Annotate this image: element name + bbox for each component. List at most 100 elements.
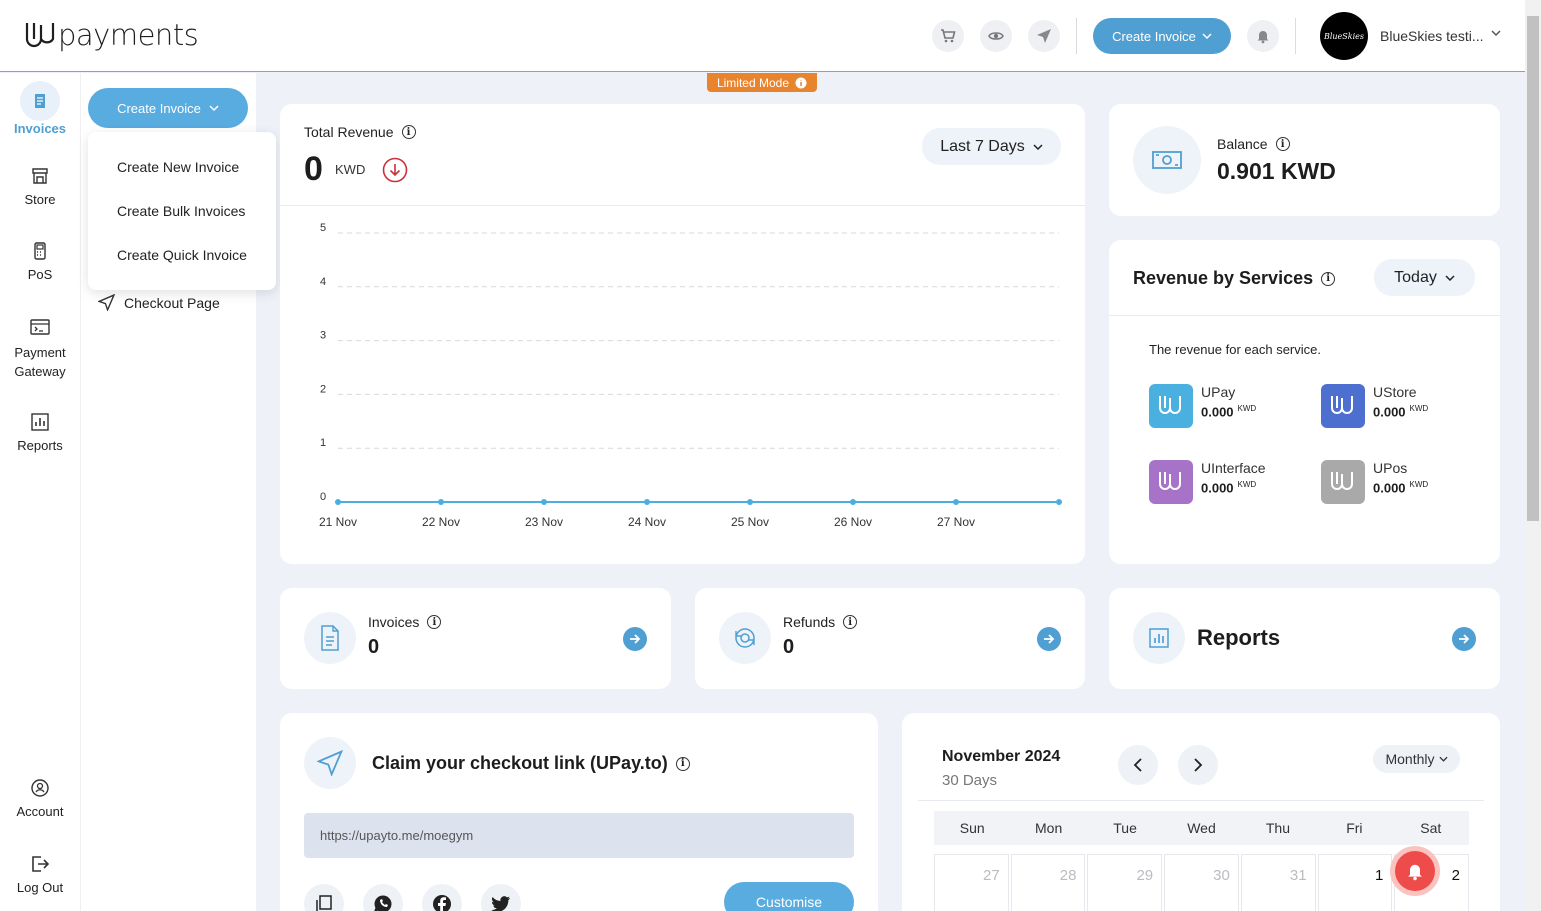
share-whatsapp-button[interactable]	[363, 884, 403, 911]
calendar-day-cell[interactable]: 29	[1087, 854, 1163, 911]
rail-item-account[interactable]: Account	[0, 778, 80, 819]
data-point[interactable]	[953, 499, 959, 505]
total-revenue-value: 0	[304, 150, 323, 188]
invoice-icon	[20, 81, 60, 121]
data-point[interactable]	[850, 499, 856, 505]
facebook-icon	[433, 895, 451, 911]
share-facebook-button[interactable]	[422, 884, 462, 911]
cart-icon	[941, 29, 956, 43]
service-value: 0.000	[1201, 480, 1234, 496]
calendar-day-cell[interactable]: 30	[1164, 854, 1239, 911]
service-unit: KWD	[1237, 480, 1257, 489]
day-number: 27	[983, 867, 1000, 884]
menu-item-create-new-invoice[interactable]: Create New Invoice	[117, 159, 239, 175]
revenue-by-services-title: Revenue by Services i	[1133, 268, 1336, 289]
calendar-day-cell[interactable]: 28	[1010, 854, 1086, 911]
info-icon[interactable]: i	[1275, 137, 1290, 151]
rail-label: PoS	[27, 267, 53, 282]
menu-item-create-quick-invoice[interactable]: Create Quick Invoice	[117, 247, 247, 263]
x-tick-label: 22 Nov	[422, 515, 460, 529]
notifications-button[interactable]	[1247, 20, 1279, 52]
info-icon[interactable]: i	[675, 756, 690, 771]
user-name[interactable]: BlueSkies testi...	[1380, 28, 1484, 44]
customise-button[interactable]: Customise	[724, 882, 854, 911]
service-upos: UPos 0.000 KWD	[1321, 460, 1428, 504]
refund-icon	[719, 612, 771, 664]
rail-item-payment-gateway[interactable]: Payment Gateway	[0, 317, 80, 381]
revenue-range-label: Last 7 Days	[940, 137, 1025, 155]
y-tick-label: 4	[320, 276, 326, 288]
chevron-down-icon[interactable]	[1490, 29, 1502, 37]
balance-label-text: Balance	[1217, 136, 1268, 152]
chevron-down-icon	[209, 105, 219, 111]
arrow-right-icon[interactable]	[623, 627, 647, 651]
info-icon[interactable]: i	[401, 125, 416, 139]
rail-label: Account	[16, 804, 64, 819]
service-name: UPos	[1373, 460, 1408, 476]
upos-logo-icon	[1321, 460, 1365, 504]
calendar-next-button[interactable]	[1178, 745, 1218, 785]
info-icon[interactable]: i	[427, 615, 442, 629]
data-point[interactable]	[541, 499, 547, 505]
calendar-prev-button[interactable]	[1118, 745, 1158, 785]
y-tick-label: 2	[320, 383, 326, 395]
rail-label: Log Out	[16, 880, 64, 895]
rail-item-reports[interactable]: Reports	[0, 412, 80, 453]
data-point[interactable]	[644, 499, 650, 505]
calendar-day-cell[interactable]: 1	[1317, 854, 1393, 911]
rail-item-pos[interactable]: PoS	[0, 241, 80, 282]
rail-label: Store	[24, 192, 56, 207]
day-number: 1	[1374, 867, 1384, 884]
send-button[interactable]	[1028, 20, 1060, 52]
rail-item-invoices[interactable]: Invoices	[0, 81, 80, 136]
invoices-stat-value: 0	[368, 636, 380, 658]
x-tick-label: 24 Nov	[628, 515, 666, 529]
y-tick-label: 0	[320, 491, 326, 503]
arrow-right-icon[interactable]	[1452, 627, 1476, 651]
weekday-label: Thu	[1265, 820, 1290, 836]
balance-label: Balance i	[1217, 136, 1290, 152]
rail-item-store[interactable]: Store	[0, 166, 80, 207]
calendar-view-dropdown[interactable]: Monthly	[1373, 745, 1460, 773]
service-unit: KWD	[1409, 404, 1429, 413]
cart-button[interactable]	[932, 20, 964, 52]
data-point[interactable]	[747, 499, 753, 505]
share-twitter-button[interactable]	[481, 884, 521, 911]
arrow-right-icon[interactable]	[1037, 627, 1061, 651]
floating-notification-button[interactable]	[1390, 846, 1440, 896]
top-header: payments Create Invoice BlueSkies BlueSk…	[0, 0, 1525, 72]
calendar-day-cell[interactable]: 31	[1240, 854, 1316, 911]
preview-button[interactable]	[980, 20, 1012, 52]
info-icon[interactable]: i	[843, 615, 858, 629]
reports-stat-card[interactable]: Reports	[1109, 588, 1500, 689]
rail-item-logout[interactable]: Log Out	[0, 854, 80, 895]
checkout-link-field[interactable]	[304, 813, 854, 858]
day-number: 28	[1059, 867, 1077, 884]
services-range-dropdown[interactable]: Today	[1374, 259, 1475, 296]
copy-link-button[interactable]	[304, 884, 344, 911]
refunds-stat-card[interactable]: Refunds i 0	[695, 588, 1085, 689]
service-value: 0.000	[1373, 404, 1406, 420]
avatar[interactable]: BlueSkies	[1320, 12, 1368, 60]
info-icon[interactable]	[795, 77, 807, 89]
claim-title-text: Claim your checkout link (UPay.to)	[372, 753, 668, 773]
day-number: 2	[1451, 867, 1460, 884]
data-point[interactable]	[1056, 499, 1062, 505]
submenu-create-invoice-button[interactable]: Create Invoice	[88, 88, 248, 128]
data-point[interactable]	[335, 499, 341, 505]
data-point[interactable]	[438, 499, 444, 505]
info-icon[interactable]: i	[1321, 271, 1336, 286]
x-tick-label: 25 Nov	[731, 515, 769, 529]
upayments-logo[interactable]: payments	[24, 18, 199, 52]
calendar-weekday-header: Sun Mon Tue Wed Thu Fri Sat	[934, 811, 1469, 845]
chevron-down-icon	[1202, 33, 1212, 39]
invoices-stat-card[interactable]: Invoices i 0	[280, 588, 671, 689]
submenu-item-checkout-page[interactable]: Checkout Page	[98, 294, 220, 311]
calendar-day-cell[interactable]: 27	[934, 854, 1009, 911]
header-create-invoice-button[interactable]: Create Invoice	[1093, 18, 1231, 54]
scrollbar-thumb[interactable]	[1527, 16, 1539, 521]
menu-item-create-bulk-invoices[interactable]: Create Bulk Invoices	[117, 203, 245, 219]
rail-label: Invoices	[13, 121, 67, 136]
revenue-range-dropdown[interactable]: Last 7 Days	[922, 128, 1061, 165]
copy-icon	[316, 895, 332, 911]
